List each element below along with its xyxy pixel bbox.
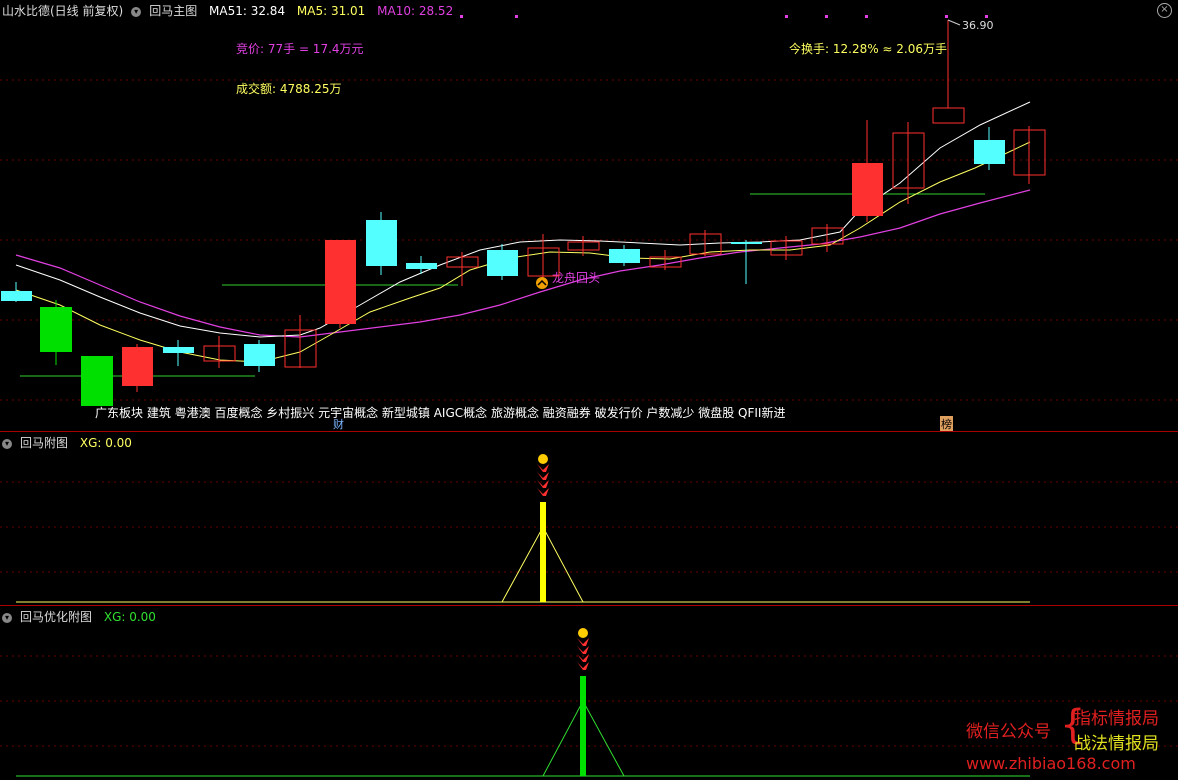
concepts-bar[interactable]: 广东板块 建筑 粤港澳 百度概念 乡村振兴 元宇宙概念 新型城镇 AIGC概念 … bbox=[95, 404, 785, 421]
finance-tag[interactable]: 财 bbox=[333, 416, 344, 432]
signal-icon bbox=[536, 277, 548, 289]
watermark-line2: 战法情报局 bbox=[1074, 734, 1159, 754]
watermark-wechat: 微信公众号 bbox=[966, 722, 1051, 742]
ranking-tag[interactable]: 榜 bbox=[940, 416, 953, 432]
watermark-line1: 指标情报局 bbox=[1074, 709, 1159, 729]
watermark-url: www.zhibiao168.com bbox=[966, 754, 1136, 773]
main-chart-panel[interactable]: 山水比德(日线 前复权) ▾ 回马主图 MA51: 32.84 MA5: 31.01… bbox=[0, 0, 1178, 432]
sub-chart-1-graph bbox=[0, 454, 1178, 603]
sub-chart-1-panel[interactable]: ▾ 回马附图 XG: 0.00 bbox=[0, 431, 1178, 606]
main-candle-chart bbox=[0, 15, 1178, 406]
